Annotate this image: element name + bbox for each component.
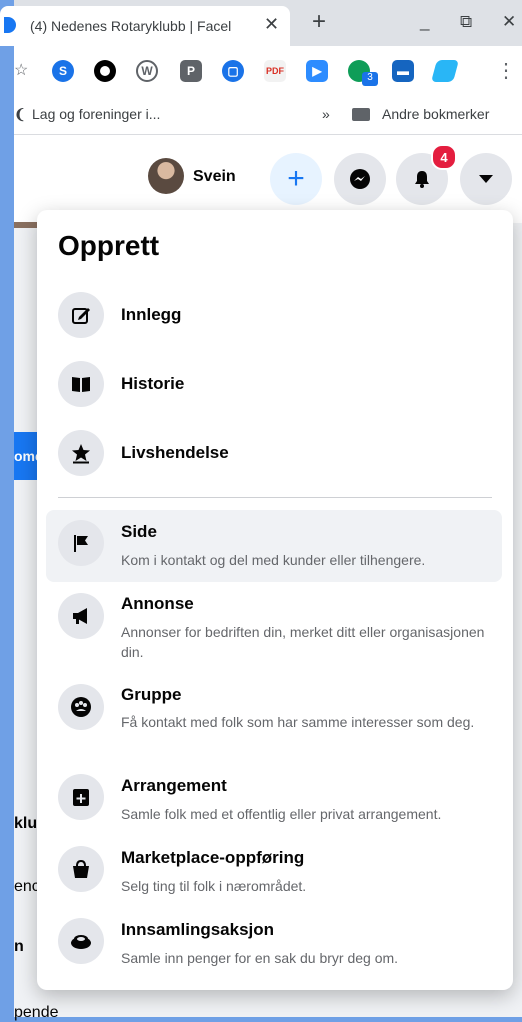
menu-divider: [58, 497, 492, 498]
zoom-extension-icon[interactable]: ▶: [306, 60, 328, 82]
bg-text-d: n: [14, 938, 24, 955]
facebook-favicon-icon: [4, 17, 16, 33]
book-icon: [58, 361, 104, 407]
menu-title: Opprett: [58, 230, 160, 261]
menu-item-label: Marketplace-oppføring: [121, 848, 305, 867]
menu-item-label: Innlegg: [121, 305, 182, 324]
minimize-icon[interactable]: _: [420, 12, 429, 32]
menu-item-label: Innsamlingsaksjon: [121, 920, 275, 939]
menu-item-label: Annonse: [121, 594, 194, 613]
user-name[interactable]: Svein: [193, 168, 236, 186]
bookmark-star-icon[interactable]: ☆: [14, 60, 28, 80]
pdf-extension-icon[interactable]: PDF: [264, 60, 286, 82]
browser-menu-icon[interactable]: ⋮: [496, 58, 516, 83]
avatar[interactable]: [148, 158, 184, 194]
menu-item-story[interactable]: [46, 356, 502, 412]
fundraiser-icon: [58, 918, 104, 964]
circle-extension-icon[interactable]: [94, 60, 116, 82]
menu-item-label: Historie: [121, 374, 185, 393]
bookmark-folder-icon: ❨: [14, 106, 26, 122]
menu-item-post[interactable]: [46, 288, 502, 344]
browser-tab[interactable]: (4) Nedenes Rotaryklubb | Facel ✕: [0, 6, 290, 46]
messenger-button[interactable]: [334, 153, 386, 205]
menu-item-description: Samle folk med et offentlig eller privat…: [121, 806, 442, 822]
menu-item-description: Samle inn penger for en sak du bryr deg …: [121, 950, 399, 966]
bookmark-link[interactable]: Lag og foreninger i...: [32, 106, 160, 122]
extension-badge: 3: [362, 72, 378, 86]
window-close-icon[interactable]: ✕: [502, 12, 516, 32]
bg-text-c: enc: [14, 878, 40, 895]
calendar-plus-icon: [58, 774, 104, 820]
bg-text-b: klu: [14, 815, 38, 832]
wordpress-extension-icon[interactable]: W: [136, 60, 158, 82]
megaphone-icon: [58, 593, 104, 639]
menu-item-label: Livshendelse: [121, 443, 229, 462]
group-icon: [58, 684, 104, 730]
bg-text-e: pende: [14, 1004, 59, 1021]
bell-icon: [415, 171, 429, 188]
plus-icon: +: [287, 162, 305, 195]
menu-item-label: Side: [121, 522, 157, 541]
menu-item-description: Selg ting til folk i nærområdet.: [121, 878, 307, 894]
screen-extension-icon[interactable]: ▬: [392, 60, 414, 82]
messenger-icon: [350, 169, 370, 189]
skype-extension-icon[interactable]: S: [52, 60, 74, 82]
menu-item-page[interactable]: [46, 510, 502, 582]
cover-strip: [14, 222, 38, 228]
menu-item-label: Arrangement: [121, 776, 227, 795]
more-bookmarks-button[interactable]: »: [322, 106, 330, 122]
restore-icon[interactable]: ⧉: [460, 12, 472, 32]
menu-item-description: Annonser for bedriften din, merket ditt …: [121, 624, 485, 660]
new-tab-icon[interactable]: +: [312, 8, 326, 36]
folder-icon: [352, 108, 370, 121]
notification-badge: 4: [431, 144, 457, 170]
star-icon: [58, 430, 104, 476]
menu-item-description: Kom i kontakt og del med kunder eller ti…: [121, 552, 426, 568]
flag-icon: [58, 520, 104, 566]
menu-item-description: Få kontakt med folk som har samme intere…: [121, 714, 475, 730]
shopping-bag-icon: [58, 846, 104, 892]
print-extension-icon[interactable]: P: [180, 60, 202, 82]
menu-item-label: Gruppe: [121, 685, 182, 704]
create-button[interactable]: +: [270, 153, 322, 205]
menu-item-life-event[interactable]: [46, 425, 502, 481]
edit-icon: [58, 292, 104, 338]
account-menu-button[interactable]: [460, 153, 512, 205]
close-tab-icon[interactable]: ✕: [264, 14, 279, 35]
other-bookmarks-link[interactable]: Andre bokmerker: [382, 106, 489, 122]
tab-title: (4) Nedenes Rotaryklubb | Facel: [30, 18, 232, 34]
caret-down-icon: [479, 175, 493, 183]
bookmark-extension-icon[interactable]: ▢: [222, 60, 244, 82]
